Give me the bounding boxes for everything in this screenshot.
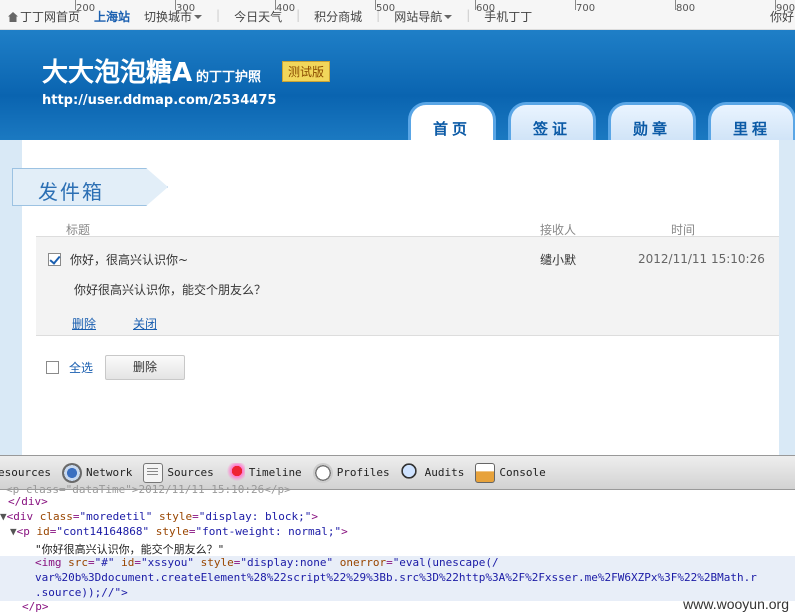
attr-value: "display: block;": [198, 510, 312, 523]
ruler-label: 800: [676, 3, 696, 14]
divider: |: [216, 8, 221, 22]
mall-link[interactable]: 积分商城: [314, 8, 362, 25]
page-subtitle: 的丁丁护照: [196, 70, 262, 85]
network-icon: [61, 462, 82, 483]
tab-sources[interactable]: Sources: [143, 462, 214, 483]
delete-button[interactable]: 删除: [105, 355, 185, 380]
divider: |: [466, 8, 471, 22]
dom-text-node[interactable]: "你好很高兴认识你，能交个朋友么？": [35, 541, 795, 556]
expand-triangle-icon[interactable]: ▼: [10, 525, 17, 538]
tab-sources-label: Sources: [167, 466, 214, 479]
message-recipient: 缱小默: [540, 253, 577, 267]
message-subject[interactable]: 你好，很高兴认识你~: [70, 251, 188, 268]
elements-panel: <p class="dataTime">2012/11/11 15:10:26<…: [0, 483, 795, 614]
attr-name: onerror: [339, 556, 387, 569]
attr-name: style: [158, 510, 193, 523]
top-nav-bar: 丁丁网首页 上海站 切换城市 | 今日天气 | 积分商城 | 网站导航 | 手机…: [0, 0, 795, 30]
tab-timeline[interactable]: Timeline: [224, 462, 302, 483]
chevron-down-icon: [444, 15, 453, 19]
attr-value: "eval(unescape(/: [392, 556, 499, 569]
beta-badge: 测试版: [282, 61, 331, 82]
tab-resources-label: esources: [0, 466, 51, 479]
attr-name: class: [39, 510, 73, 523]
profiles-icon: [312, 462, 333, 483]
greeting-text: 你好: [770, 10, 795, 24]
message-body: 你好很高兴认识你，能交个朋友么？: [74, 283, 267, 297]
attr-value: "display:none": [240, 556, 334, 569]
dom-node[interactable]: </div>: [8, 495, 795, 510]
ruler-tick: [575, 0, 576, 10]
tag-open: <img: [35, 556, 69, 569]
city-label: 上海站: [94, 10, 131, 24]
tab-profiles-label: Profiles: [336, 466, 390, 479]
site-nav-dropdown[interactable]: 网站导航: [394, 8, 453, 25]
tab-audits-label: Audits: [424, 466, 465, 479]
tab-console-label: Console: [499, 466, 546, 479]
attr-name: id: [36, 525, 50, 538]
mobile-link[interactable]: 手机丁丁: [484, 8, 532, 25]
attr-name: id: [121, 556, 135, 569]
tab-network-label: Network: [85, 466, 133, 479]
sources-icon: [143, 462, 164, 483]
dom-node[interactable]: ▼<div class="moredetil" style="display: …: [0, 510, 795, 525]
top-nav-links: 丁丁网首页 上海站 切换城市 | 今日天气 | 积分商城 | 网站导航 | 手机…: [8, 8, 546, 25]
attr-value: "cont14164868": [56, 525, 150, 538]
delete-link[interactable]: 删除: [72, 315, 96, 332]
tag-close: >: [311, 510, 318, 523]
attr-value: "font-weight: normal;": [195, 525, 342, 538]
ruler-tick: [675, 0, 676, 10]
select-all-label[interactable]: 全选: [69, 359, 93, 376]
dom-node-selected[interactable]: <img src="#" id="xssyou" style="display:…: [0, 556, 795, 571]
timeline-icon: [224, 462, 245, 483]
audits-icon: [400, 462, 421, 483]
divider: |: [296, 8, 301, 22]
dom-node[interactable]: </p>: [22, 600, 795, 614]
tab-mileage[interactable]: 里程: [708, 102, 795, 142]
attr-value-continued: var%20b%3Ddocument.createElement%28%22sc…: [0, 571, 795, 586]
expand-triangle-icon[interactable]: ▼: [0, 510, 7, 523]
site-nav-label: 网站导航: [394, 10, 443, 24]
tab-console[interactable]: Console: [475, 462, 546, 483]
divider: |: [376, 8, 381, 22]
tab-network[interactable]: Network: [61, 462, 133, 483]
switch-city-dropdown[interactable]: 切换城市: [144, 8, 203, 25]
tab-home[interactable]: 首页: [408, 102, 496, 142]
select-all-checkbox[interactable]: [46, 361, 59, 374]
home-link[interactable]: 丁丁网首页: [8, 8, 80, 25]
tab-visa[interactable]: 签证: [508, 102, 596, 142]
home-icon: [8, 12, 18, 22]
attr-name: src: [68, 556, 88, 569]
tab-audits[interactable]: Audits: [400, 462, 465, 483]
attr-value: "#": [94, 556, 115, 569]
tab-timeline-label: Timeline: [248, 466, 302, 479]
close-link[interactable]: 关闭: [133, 315, 157, 332]
tag-open: <div: [6, 510, 40, 523]
attr-name: style: [155, 525, 189, 538]
tab-medals[interactable]: 勋章: [608, 102, 696, 142]
tag-close: >: [341, 525, 348, 538]
message-time: 2012/11/11 15:10:26: [638, 252, 765, 266]
page-title: 大大泡泡糖A: [42, 58, 193, 88]
attr-name: style: [200, 556, 234, 569]
chevron-down-icon: [194, 15, 203, 19]
attr-value-continued: .source));//">: [0, 586, 795, 601]
passport-header: 大大泡泡糖A 的丁丁护照 测试版 http://user.ddmap.com/2…: [0, 30, 795, 142]
section-heading: 发件箱: [38, 180, 104, 204]
watermark: www.wooyun.org: [683, 596, 789, 612]
message-checkbox[interactable]: [48, 253, 61, 266]
tag-open: <p: [16, 525, 37, 538]
console-icon: [475, 462, 496, 483]
home-link-label: 丁丁网首页: [20, 10, 81, 24]
dom-node[interactable]: ▼<p id="cont14164868" style="font-weight…: [10, 525, 795, 540]
switch-city-label: 切换城市: [144, 10, 193, 24]
ruler-label: 700: [576, 3, 596, 14]
tab-profiles[interactable]: Profiles: [312, 462, 390, 483]
weather-link[interactable]: 今日天气: [234, 8, 282, 25]
passport-tabs: 首页 签证 勋章 里程: [408, 102, 795, 142]
attr-value: "xssyou": [141, 556, 194, 569]
tab-resources[interactable]: esources: [0, 466, 51, 479]
profile-url[interactable]: http://user.ddmap.com/2534475: [42, 93, 276, 108]
attr-value: "moredetil": [79, 510, 153, 523]
